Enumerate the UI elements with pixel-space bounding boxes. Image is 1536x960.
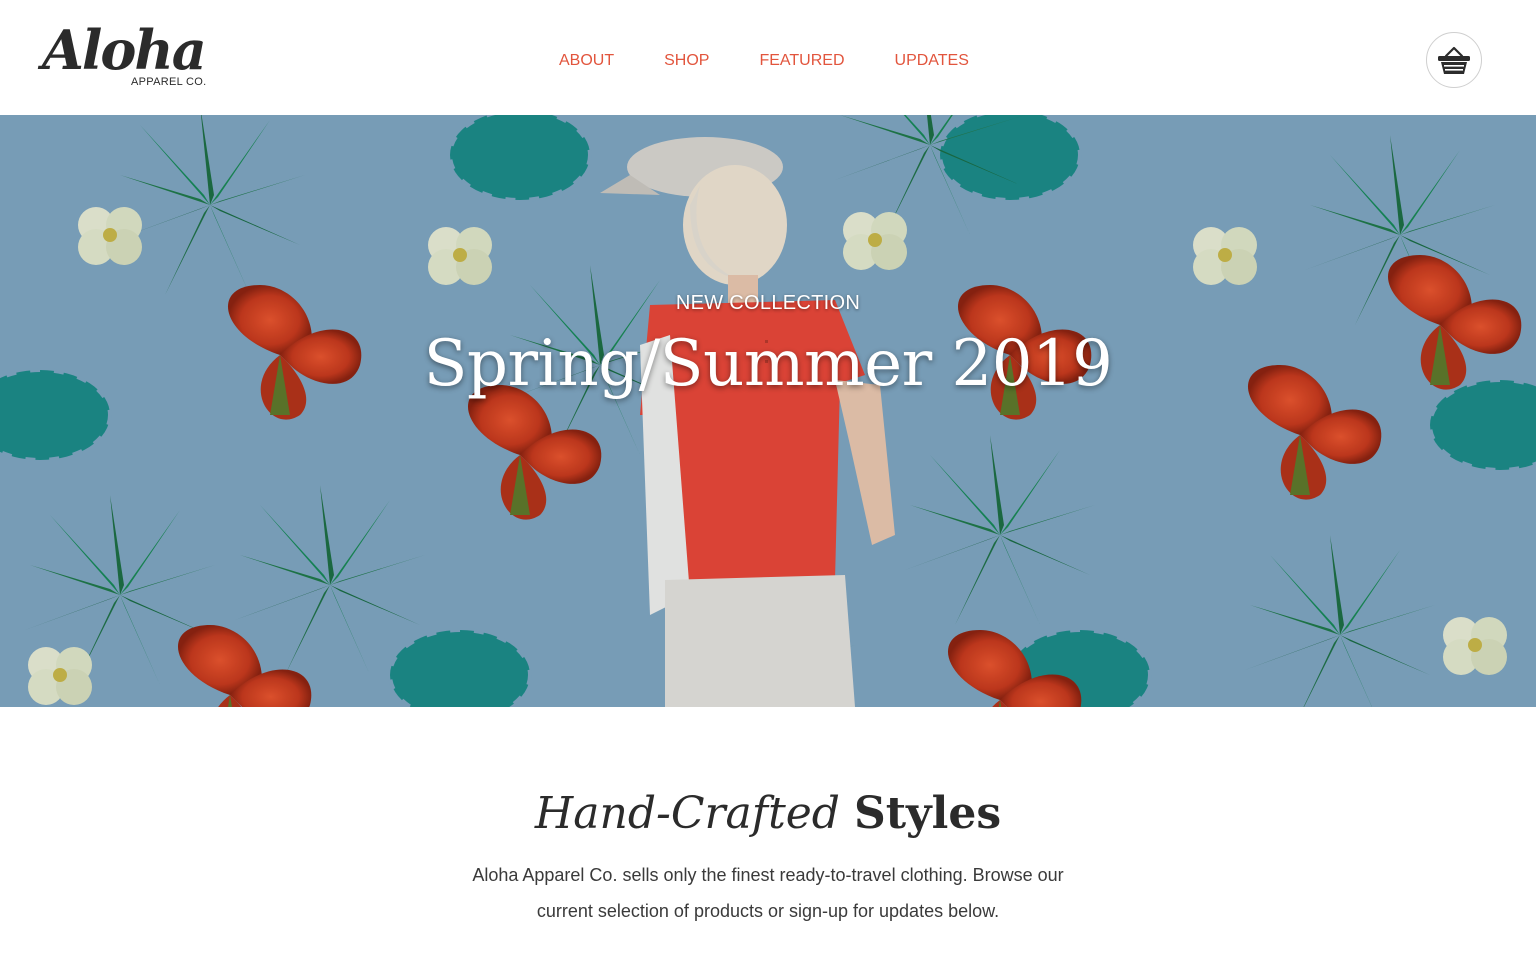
site-header: Aloha APPAREL CO. ABOUT SHOP FEATURED UP…: [0, 0, 1536, 115]
nav-featured[interactable]: FEATURED: [759, 50, 844, 74]
logo-subtitle: APPAREL CO.: [131, 76, 207, 88]
nav-updates[interactable]: UPDATES: [895, 50, 969, 74]
hero-banner: NEW COLLECTION Spring/Summer 2019: [0, 115, 1536, 707]
section-body: Aloha Apparel Co. sells only the finest …: [472, 865, 1064, 921]
section-title-bold: Styles: [853, 788, 1002, 839]
site-logo[interactable]: Aloha APPAREL CO.: [42, 20, 212, 95]
basket-icon: [1438, 46, 1470, 74]
hero-title: Spring/Summer 2019: [423, 327, 1113, 401]
cart-button[interactable]: [1426, 32, 1482, 88]
main-nav: ABOUT SHOP FEATURED UPDATES: [559, 50, 969, 74]
hero-eyebrow: NEW COLLECTION: [675, 292, 861, 314]
section-title-italic: Hand-Crafted: [534, 788, 840, 839]
intro-section: Hand-Crafted Styles Aloha Apparel Co. se…: [0, 707, 1536, 960]
logo-script-text: Aloha: [42, 18, 207, 82]
hero-text: NEW COLLECTION Spring/Summer 2019: [0, 115, 1536, 707]
section-title: Hand-Crafted Styles: [0, 789, 1536, 839]
nav-about[interactable]: ABOUT: [559, 50, 614, 74]
nav-shop[interactable]: SHOP: [664, 50, 709, 74]
